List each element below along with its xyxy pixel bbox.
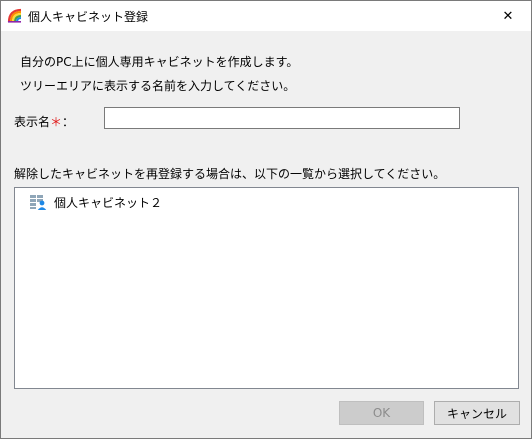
display-name-label-row: 表示名＊： <box>14 113 74 130</box>
list-item-label: 個人キャビネット２ <box>54 195 163 210</box>
list-item[interactable]: 個人キャビネット２ <box>29 192 162 212</box>
cancel-button[interactable]: キャンセル <box>434 401 520 425</box>
personal-cabinet-icon <box>30 195 47 210</box>
description-line-2: ツリーエリアに表示する名前を入力してください。 <box>20 79 296 93</box>
label-colon: ： <box>62 115 75 129</box>
description-line-1: 自分のPC上に個人専用キャビネットを作成します。 <box>20 55 299 69</box>
cabinet-list[interactable]: 個人キャビネット２ <box>14 187 519 389</box>
close-button[interactable]: ✕ <box>485 1 531 31</box>
display-name-input[interactable] <box>104 107 460 129</box>
close-icon: ✕ <box>502 8 514 24</box>
dialog-content: 自分のPC上に個人専用キャビネットを作成します。 ツリーエリアに表示する名前を入… <box>1 31 531 438</box>
list-description: 解除したキャビネットを再登録する場合は、以下の一覧から選択してください。 <box>14 167 446 181</box>
required-mark: ＊ <box>50 115 63 129</box>
dialog-window: 個人キャビネット登録 ✕ 自分のPC上に個人専用キャビネットを作成します。 ツリ… <box>0 0 532 439</box>
display-name-label: 表示名 <box>14 115 51 129</box>
title-bar: 個人キャビネット登録 ✕ <box>1 1 531 31</box>
rainbow-app-icon <box>7 8 22 23</box>
ok-button[interactable]: OK <box>339 401 424 425</box>
window-title: 個人キャビネット登録 <box>28 10 149 24</box>
